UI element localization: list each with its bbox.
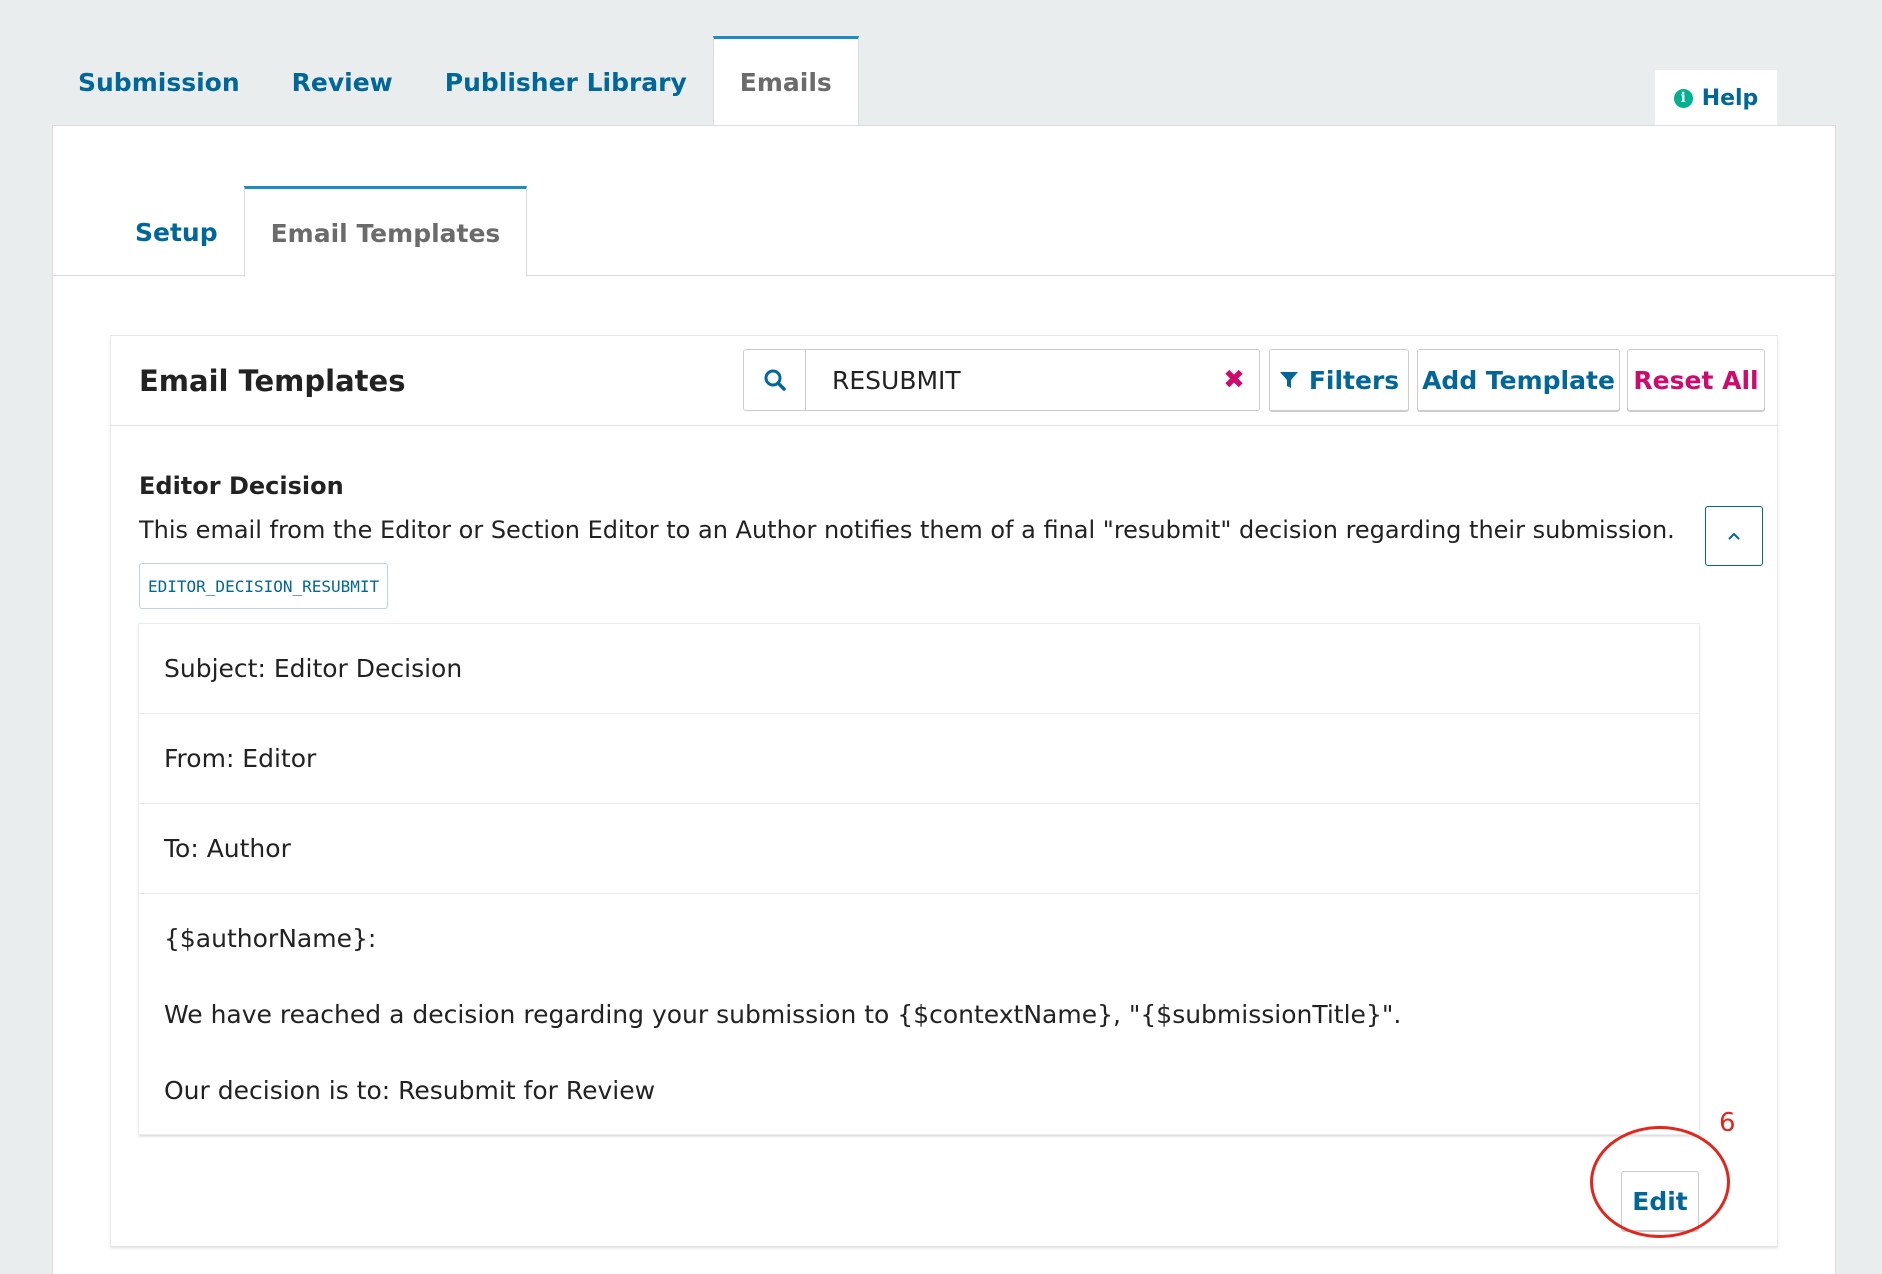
preview-to: To: Author xyxy=(139,804,1699,894)
card-title: Email Templates xyxy=(139,364,406,398)
preview-from: From: Editor xyxy=(139,714,1699,804)
search-input[interactable] xyxy=(806,350,1209,410)
tab-emails[interactable]: Emails xyxy=(712,36,859,126)
preview-subject: Subject: Editor Decision xyxy=(139,624,1699,714)
annotation-circle xyxy=(1590,1126,1730,1238)
tab-review[interactable]: Review xyxy=(266,36,419,126)
tab-publisher-library[interactable]: Publisher Library xyxy=(419,36,713,126)
clear-search-icon[interactable]: ✖ xyxy=(1209,350,1259,410)
search-box: ✖ xyxy=(743,349,1260,411)
card-header: Email Templates ✖ Filters xyxy=(111,336,1777,426)
help-label: Help xyxy=(1701,85,1759,111)
add-template-button[interactable]: Add Template xyxy=(1417,349,1620,411)
reset-all-button[interactable]: Reset All xyxy=(1627,349,1765,411)
preview-body: {$authorName}: We have reached a decisio… xyxy=(139,894,1699,1136)
collapse-button[interactable] xyxy=(1705,506,1763,566)
chevron-up-icon xyxy=(1728,532,1740,540)
body-line: We have reached a decision regarding you… xyxy=(164,1000,1402,1029)
filters-button[interactable]: Filters xyxy=(1269,349,1409,411)
tab-setup[interactable]: Setup xyxy=(109,186,244,276)
body-line: {$authorName}: xyxy=(164,924,377,953)
info-icon: i xyxy=(1673,88,1693,108)
filter-icon xyxy=(1279,372,1298,388)
template-preview: Subject: Editor Decision From: Editor To… xyxy=(139,624,1699,1134)
search-icon[interactable] xyxy=(744,350,806,410)
tab-email-templates[interactable]: Email Templates xyxy=(243,186,528,277)
sub-tabs: Setup Email Templates xyxy=(53,186,1835,277)
template-description: This email from the Editor or Section Ed… xyxy=(139,516,1675,544)
email-templates-card: Email Templates ✖ Filters xyxy=(111,336,1777,1246)
tab-submission[interactable]: Submission xyxy=(52,36,266,126)
top-tabs: Submission Review Publisher Library Emai… xyxy=(52,36,859,126)
template-name: Editor Decision xyxy=(139,472,344,500)
help-button[interactable]: i Help xyxy=(1655,70,1777,126)
body-line: Our decision is to: Resubmit for Review xyxy=(164,1076,656,1105)
filters-label: Filters xyxy=(1308,365,1400,395)
template-key-badge: EDITOR_DECISION_RESUBMIT xyxy=(139,563,389,609)
page: Submission Review Publisher Library Emai… xyxy=(0,0,1882,1274)
main-panel: Setup Email Templates Email Templates ✖ xyxy=(52,125,1836,1274)
annotation-number: 6 xyxy=(1719,1108,1736,1138)
